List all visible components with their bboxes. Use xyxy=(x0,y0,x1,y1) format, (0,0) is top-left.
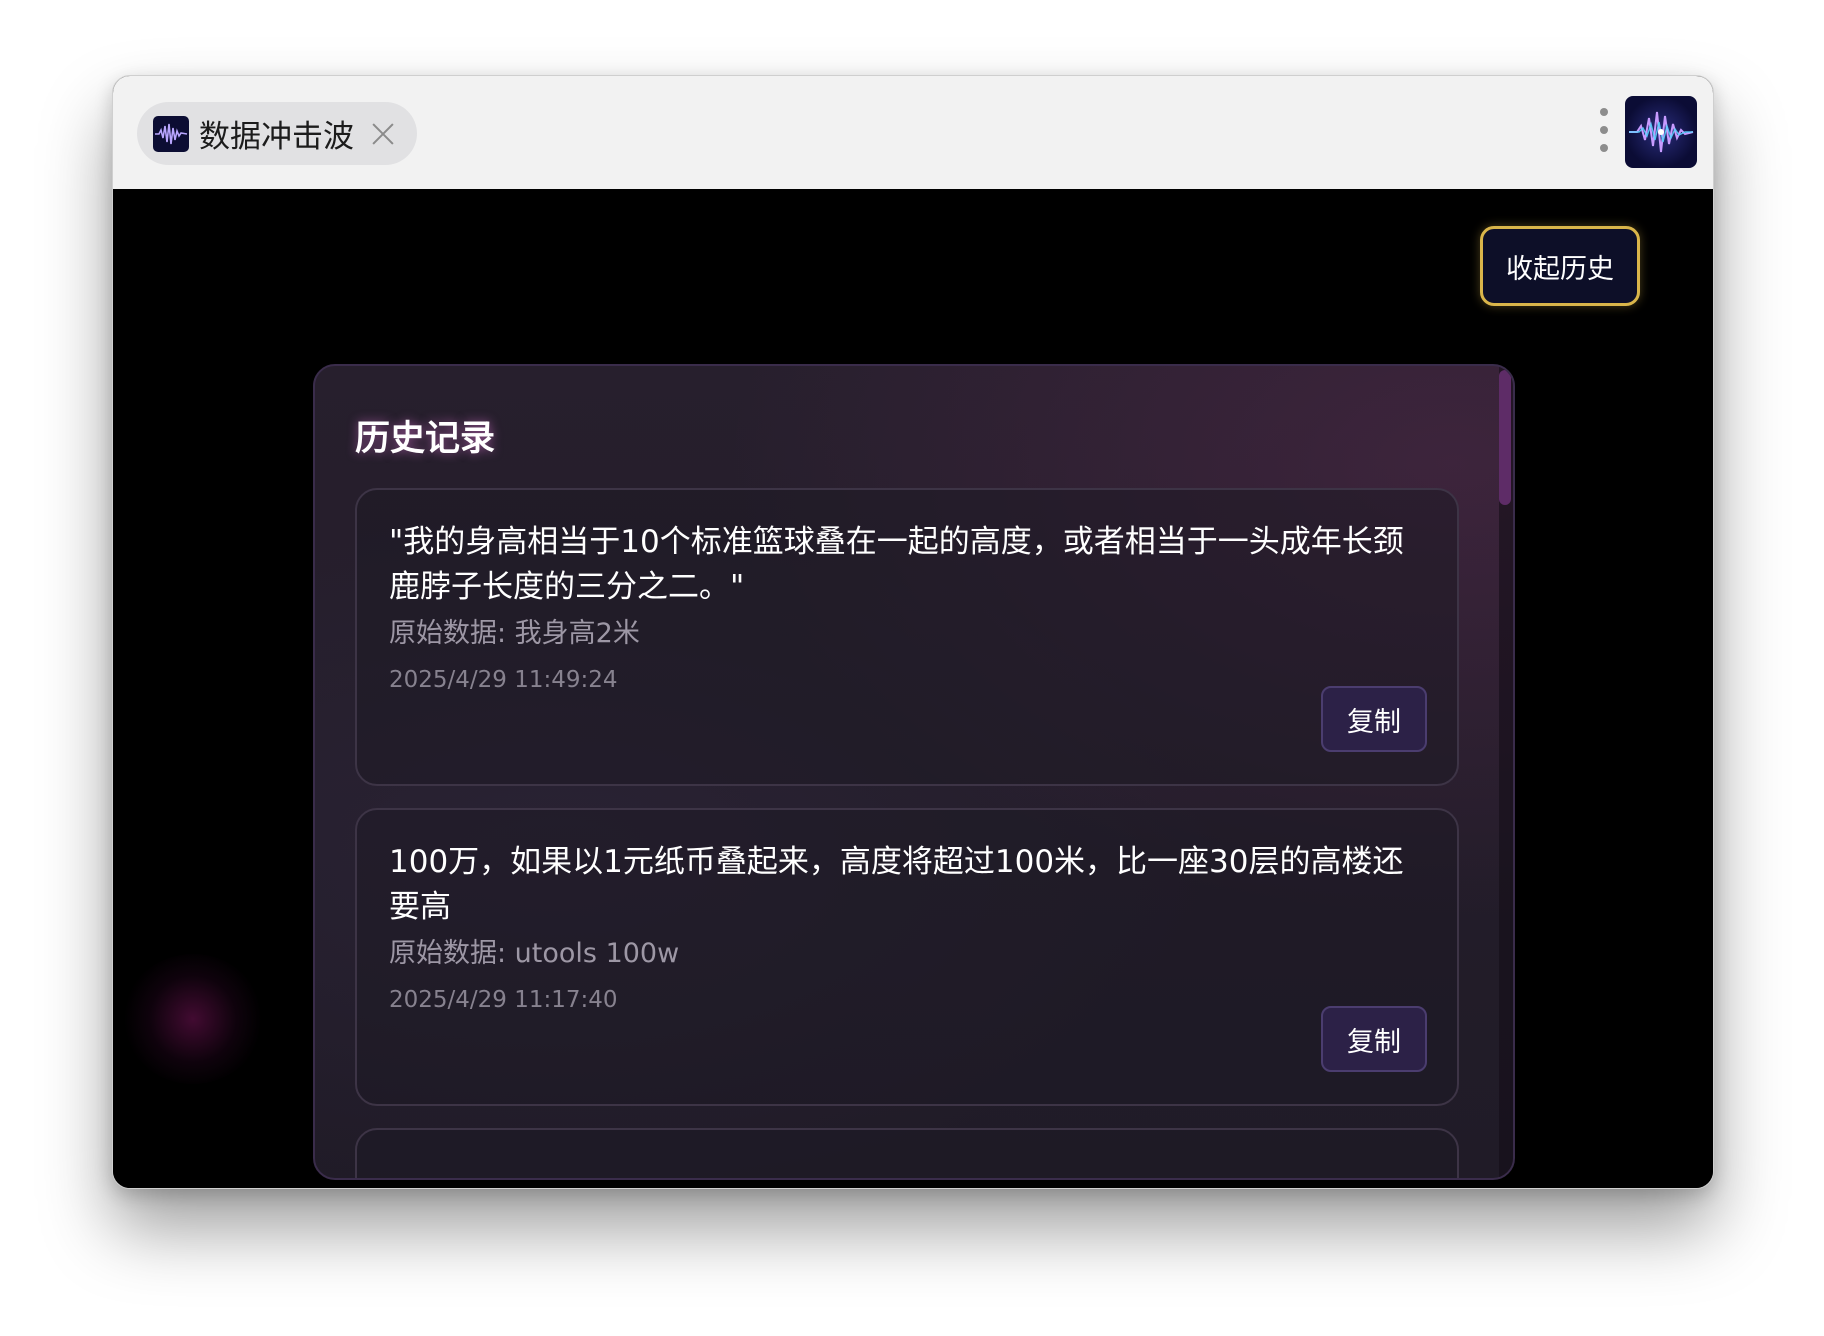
history-item-text: 100万，如果以1元纸币叠起来，高度将超过100米，比一座30层的高楼还要高 xyxy=(389,844,1404,925)
copy-button[interactable]: 复制 xyxy=(1321,1006,1427,1072)
tab-active[interactable]: 数据冲击波 xyxy=(137,102,417,165)
history-title: 历史记录 xyxy=(355,419,496,459)
close-icon[interactable] xyxy=(368,119,398,149)
more-vertical-icon[interactable] xyxy=(1597,108,1611,152)
main-content: 收起历史 历史记录 "我的身高相当于10个标准篮球叠在一起的高度，或者相当于一头… xyxy=(113,189,1713,1188)
history-item: "我的身高相当于10个标准篮球叠在一起的高度，或者相当于一头成年长颈鹿脖子长度的… xyxy=(355,488,1459,786)
history-item-timestamp: 2025/4/29 11:17:40 xyxy=(389,987,618,1013)
history-item: 100万，如果以1元纸币叠起来，高度将超过100米，比一座30层的高楼还要高 原… xyxy=(355,808,1459,1106)
history-panel: 历史记录 "我的身高相当于10个标准篮球叠在一起的高度，或者相当于一头成年长颈鹿… xyxy=(313,364,1515,1180)
history-item-origin: 原始数据: utools 100w xyxy=(389,938,680,969)
history-item-timestamp: 2025/4/29 11:49:24 xyxy=(389,667,618,693)
waveform-icon[interactable] xyxy=(1625,96,1697,168)
app-window: 数据冲击波 收起历史 历史记录 "我的身高相当于10个标准篮球叠在一起的高度，或… xyxy=(112,75,1714,1189)
history-item-origin: 原始数据: 我身高2米 xyxy=(389,618,640,649)
waveform-icon xyxy=(153,115,189,152)
tab-title: 数据冲击波 xyxy=(199,119,354,155)
decorative-glow xyxy=(123,954,263,1084)
scrollbar-track[interactable] xyxy=(1499,366,1513,1178)
copy-button[interactable]: 复制 xyxy=(1321,686,1427,752)
history-item-partial xyxy=(355,1128,1459,1178)
collapse-history-button[interactable]: 收起历史 xyxy=(1480,226,1640,306)
history-list: "我的身高相当于10个标准篮球叠在一起的高度，或者相当于一头成年长颈鹿脖子长度的… xyxy=(355,488,1459,1178)
scrollbar-thumb[interactable] xyxy=(1499,370,1511,505)
title-bar: 数据冲击波 xyxy=(113,76,1713,189)
history-item-text: "我的身高相当于10个标准篮球叠在一起的高度，或者相当于一头成年长颈鹿脖子长度的… xyxy=(389,524,1404,605)
